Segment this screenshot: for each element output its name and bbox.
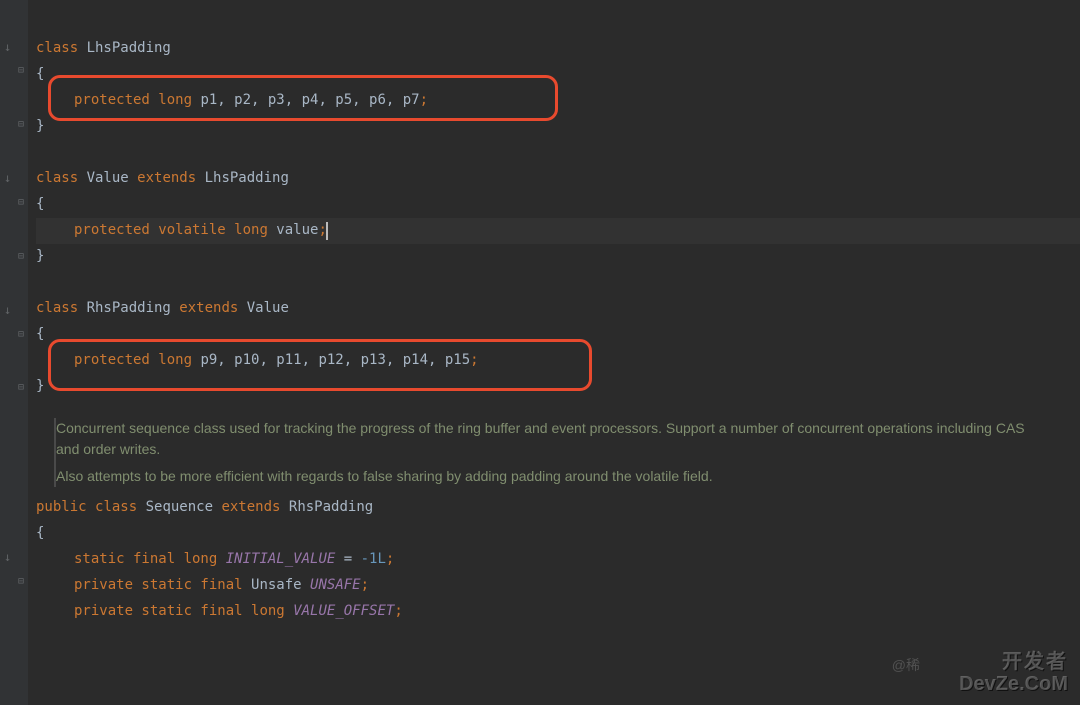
class-name: LhsPadding [87,36,171,62]
code-line[interactable]: } [36,244,1080,270]
parent-class: RhsPadding [289,495,373,521]
brace: } [36,244,44,270]
modifier: protected [74,88,158,114]
watermark-cn: 开发者 [959,651,1068,673]
type: long [184,547,226,573]
code-line[interactable]: { [36,322,1080,348]
code-line[interactable]: class Value extends LhsPadding [36,166,1080,192]
keyword: extends [221,495,288,521]
code-line[interactable]: { [36,521,1080,547]
code-editor[interactable]: ↓ ⊟ ⊟ ↓ ⊟ ⊟ ↓ ⊟ ⊟ ↓ ⊟ class LhsPadding {… [0,0,1080,705]
override-marker-icon: ↓ [4,36,11,58]
keyword: class [36,36,87,62]
type: long [158,348,192,374]
semicolon: ; [470,348,478,374]
keyword: class [95,495,146,521]
modifier: private static final [74,599,251,625]
fold-end-icon[interactable]: ⊟ [18,379,24,398]
author-watermark: @稀 [892,653,920,679]
doc-paragraph: Concurrent sequence class used for track… [56,418,1034,460]
modifier: protected [74,348,158,374]
keyword: extends [137,166,204,192]
code-line[interactable]: } [36,114,1080,140]
code-line[interactable] [36,270,1080,296]
override-marker-icon: ↓ [4,167,11,189]
brace: { [36,521,44,547]
parent-class: LhsPadding [205,166,289,192]
override-marker-icon: ↓ [4,299,11,321]
code-line[interactable]: protected long p9, p10, p11, p12, p13, p… [36,348,1080,374]
code-line[interactable]: { [36,62,1080,88]
class-name: Sequence [146,495,222,521]
modifier: protected volatile [74,218,234,244]
code-line[interactable]: class RhsPadding extends Value [36,296,1080,322]
code-line[interactable]: } [36,374,1080,400]
semicolon: ; [386,547,394,573]
javadoc-rendered: Concurrent sequence class used for track… [54,418,1034,487]
text-cursor [326,222,328,240]
class-name: RhsPadding [87,296,180,322]
code-line[interactable] [36,10,1080,36]
fold-start-icon[interactable]: ⊟ [18,194,24,213]
modifier: static final [74,547,184,573]
gutter: ↓ ⊟ ⊟ ↓ ⊟ ⊟ ↓ ⊟ ⊟ ↓ ⊟ [0,0,28,705]
field-names: value [268,218,319,244]
brace: } [36,374,44,400]
code-line[interactable]: class LhsPadding [36,36,1080,62]
brace: { [36,62,44,88]
modifier: public [36,495,95,521]
brace: } [36,114,44,140]
field-names: p1, p2, p3, p4, p5, p6, p7 [192,88,420,114]
parent-class: Value [247,296,289,322]
type: Unsafe [251,573,310,599]
brace: { [36,192,44,218]
code-line[interactable]: public class Sequence extends RhsPadding [36,495,1080,521]
modifier: private static final [74,573,251,599]
code-line[interactable]: private static final Unsafe UNSAFE; [36,573,1080,599]
code-line-active[interactable]: protected volatile long value; [36,218,1080,244]
fold-end-icon[interactable]: ⊟ [18,248,24,267]
brace: { [36,322,44,348]
constant-name: VALUE_OFFSET [293,599,394,625]
code-line[interactable]: static final long INITIAL_VALUE = -1L; [36,547,1080,573]
number-literal: -1L [361,547,386,573]
code-content[interactable]: class LhsPadding { protected long p1, p2… [28,0,1080,705]
type: long [251,599,293,625]
doc-paragraph: Also attempts to be more efficient with … [56,466,1034,487]
keyword: extends [179,296,246,322]
field-names: p9, p10, p11, p12, p13, p14, p15 [192,348,470,374]
site-watermark: 开发者 DevZe.CoM [959,651,1068,695]
semicolon: ; [420,88,428,114]
fold-end-icon[interactable]: ⊟ [18,116,24,135]
class-name: Value [87,166,138,192]
code-line[interactable]: private static final long VALUE_OFFSET; [36,599,1080,625]
override-marker-icon: ↓ [4,546,11,568]
keyword: class [36,166,87,192]
fold-start-icon[interactable]: ⊟ [18,573,24,592]
semicolon: ; [394,599,402,625]
constant-name: INITIAL_VALUE [226,547,336,573]
code-line[interactable] [36,140,1080,166]
type: long [158,88,192,114]
semicolon: ; [361,573,369,599]
fold-start-icon[interactable]: ⊟ [18,62,24,81]
eq: = [335,547,360,573]
fold-start-icon[interactable]: ⊟ [18,326,24,345]
watermark-en: DevZe.CoM [959,673,1068,695]
keyword: class [36,296,87,322]
code-line[interactable]: protected long p1, p2, p3, p4, p5, p6, p… [36,88,1080,114]
type: long [234,218,268,244]
code-line[interactable]: { [36,192,1080,218]
constant-name: UNSAFE [310,573,361,599]
